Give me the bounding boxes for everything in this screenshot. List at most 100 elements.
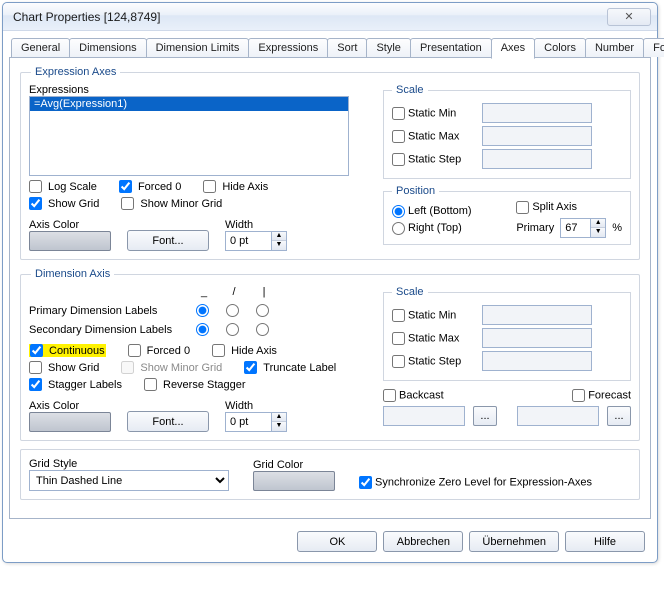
ok-button[interactable]: OK — [297, 531, 377, 552]
secondary-dim-horiz-radio[interactable] — [196, 323, 209, 336]
forced0-checkbox[interactable]: Forced 0 — [119, 180, 181, 193]
grid-style-combo[interactable]: Thin Dashed Line — [29, 470, 229, 491]
window-title: Chart Properties [124,8749] — [13, 10, 160, 24]
primary-dim-vert-radio[interactable] — [256, 304, 269, 317]
dim-static-step-checkbox[interactable]: Static Step — [392, 355, 476, 368]
dim-show-grid-checkbox[interactable]: Show Grid — [29, 361, 99, 374]
dim-static-max-input[interactable] — [482, 328, 592, 348]
tab-dimension-limits[interactable]: Dimension Limits — [146, 38, 250, 57]
group-dimension-axis: Dimension Axis _ / | Primary Dimension L… — [20, 268, 640, 441]
dim-hide-axis-checkbox[interactable]: Hide Axis — [212, 344, 277, 357]
hide-axis-checkbox[interactable]: Hide Axis — [203, 180, 268, 193]
forecast-checkbox[interactable]: Forecast — [572, 389, 631, 402]
primary-input[interactable] — [560, 218, 590, 238]
primary-dim-horiz-radio[interactable] — [196, 304, 209, 317]
chevron-down-icon[interactable]: ▼ — [591, 228, 605, 237]
position-left-radio[interactable]: Left (Bottom) — [392, 205, 472, 217]
log-scale-checkbox[interactable]: Log Scale — [29, 180, 97, 193]
show-minor-grid-checkbox[interactable]: Show Minor Grid — [121, 197, 222, 210]
dim-forced0-checkbox[interactable]: Forced 0 — [128, 344, 190, 357]
static-min-checkbox[interactable]: Static Min — [392, 107, 476, 120]
sync-zero-checkbox[interactable]: Synchronize Zero Level for Expression-Ax… — [359, 476, 592, 489]
secondary-dim-vert-radio[interactable] — [256, 323, 269, 336]
chevron-up-icon[interactable]: ▲ — [272, 232, 286, 241]
close-icon: ✕ — [624, 10, 633, 23]
dim-static-max-checkbox[interactable]: Static Max — [392, 332, 476, 345]
static-max-input[interactable] — [482, 126, 592, 146]
tab-panel-axes: Expression Axes Expressions =Avg(Express… — [9, 58, 651, 519]
tab-general[interactable]: General — [11, 38, 70, 57]
tab-colors[interactable]: Colors — [534, 38, 586, 57]
dim-width-input[interactable] — [225, 412, 271, 432]
axis-color-swatch[interactable] — [29, 231, 111, 251]
forecast-input[interactable] — [517, 406, 599, 426]
expressions-listbox[interactable]: =Avg(Expression1) — [29, 96, 349, 176]
expr-font-button[interactable]: Font... — [127, 230, 209, 251]
dim-font-button[interactable]: Font... — [127, 411, 209, 432]
primary-spinner[interactable]: ▲▼ — [560, 218, 606, 238]
group-grid: Grid Style Thin Dashed Line Grid Color S… — [20, 449, 640, 500]
dim-show-minor-grid-checkbox: Show Minor Grid — [121, 361, 222, 374]
reverse-stagger-checkbox[interactable]: Reverse Stagger — [144, 378, 246, 391]
primary-dim-label: Primary Dimension Labels — [29, 305, 189, 317]
primary-dim-diag-radio[interactable] — [226, 304, 239, 317]
static-step-checkbox[interactable]: Static Step — [392, 153, 476, 166]
apply-button[interactable]: Übernehmen — [469, 531, 559, 552]
dialog-window: Chart Properties [124,8749] ✕ General Di… — [2, 2, 658, 563]
backcast-browse-button[interactable]: ... — [473, 406, 497, 426]
help-button[interactable]: Hilfe — [565, 531, 645, 552]
dim-width-label: Width — [225, 400, 287, 412]
tabstrip: General Dimensions Dimension Limits Expr… — [9, 35, 651, 58]
grid-color-label: Grid Color — [253, 459, 335, 471]
position-right-radio[interactable]: Right (Top) — [392, 222, 462, 234]
list-item[interactable]: =Avg(Expression1) — [30, 97, 348, 111]
static-min-input[interactable] — [482, 103, 592, 123]
grid-color-swatch[interactable] — [253, 471, 335, 491]
tab-font[interactable]: Font — [643, 38, 664, 57]
chevron-down-icon[interactable]: ▼ — [272, 422, 286, 431]
cancel-button[interactable]: Abbrechen — [383, 531, 463, 552]
tab-number[interactable]: Number — [585, 38, 644, 57]
dim-axis-color-label: Axis Color — [29, 400, 111, 412]
chevron-up-icon[interactable]: ▲ — [272, 413, 286, 422]
group-expression-axes-legend: Expression Axes — [31, 66, 120, 78]
expressions-label: Expressions — [29, 84, 367, 96]
show-grid-checkbox[interactable]: Show Grid — [29, 197, 99, 210]
primary-label: Primary — [516, 222, 554, 234]
close-button[interactable]: ✕ — [607, 8, 651, 26]
group-dim-scale: Scale Static Min Static Max Static Step — [383, 286, 631, 381]
tab-dimensions[interactable]: Dimensions — [69, 38, 146, 57]
dim-label-radio-grid: _ / | Primary Dimension Labels Secondary… — [29, 286, 367, 336]
dim-static-min-input[interactable] — [482, 305, 592, 325]
group-dimension-axis-legend: Dimension Axis — [31, 268, 114, 280]
dim-width-spinner[interactable]: ▲▼ — [225, 412, 287, 432]
backcast-checkbox[interactable]: Backcast — [383, 389, 444, 402]
split-axis-checkbox[interactable]: Split Axis — [516, 201, 577, 213]
tab-style[interactable]: Style — [366, 38, 410, 57]
stagger-labels-checkbox[interactable]: Stagger Labels — [29, 378, 122, 391]
dim-static-step-input[interactable] — [482, 351, 592, 371]
titlebar[interactable]: Chart Properties [124,8749] ✕ — [3, 3, 657, 31]
chevron-up-icon[interactable]: ▲ — [591, 219, 605, 228]
forecast-browse-button[interactable]: ... — [607, 406, 631, 426]
expr-width-spinner[interactable]: ▲▼ — [225, 231, 287, 251]
group-expression-axes: Expression Axes Expressions =Avg(Express… — [20, 66, 640, 260]
tab-axes[interactable]: Axes — [491, 38, 535, 59]
static-step-input[interactable] — [482, 149, 592, 169]
expr-width-input[interactable] — [225, 231, 271, 251]
continuous-checkbox[interactable]: Continuous — [29, 344, 106, 357]
tab-sort[interactable]: Sort — [327, 38, 367, 57]
backcast-input[interactable] — [383, 406, 465, 426]
dim-axis-color-swatch[interactable] — [29, 412, 111, 432]
expr-width-label: Width — [225, 219, 287, 231]
tab-presentation[interactable]: Presentation — [410, 38, 492, 57]
dim-static-min-checkbox[interactable]: Static Min — [392, 309, 476, 322]
static-max-checkbox[interactable]: Static Max — [392, 130, 476, 143]
group-expr-position: Position Left (Bottom) Right (Top) Split… — [383, 185, 631, 245]
chevron-down-icon[interactable]: ▼ — [272, 241, 286, 250]
secondary-dim-diag-radio[interactable] — [226, 323, 239, 336]
secondary-dim-label: Secondary Dimension Labels — [29, 324, 189, 336]
truncate-label-checkbox[interactable]: Truncate Label — [244, 361, 336, 374]
tab-expressions[interactable]: Expressions — [248, 38, 328, 57]
group-expr-scale: Scale Static Min Static Max Static Step — [383, 84, 631, 179]
